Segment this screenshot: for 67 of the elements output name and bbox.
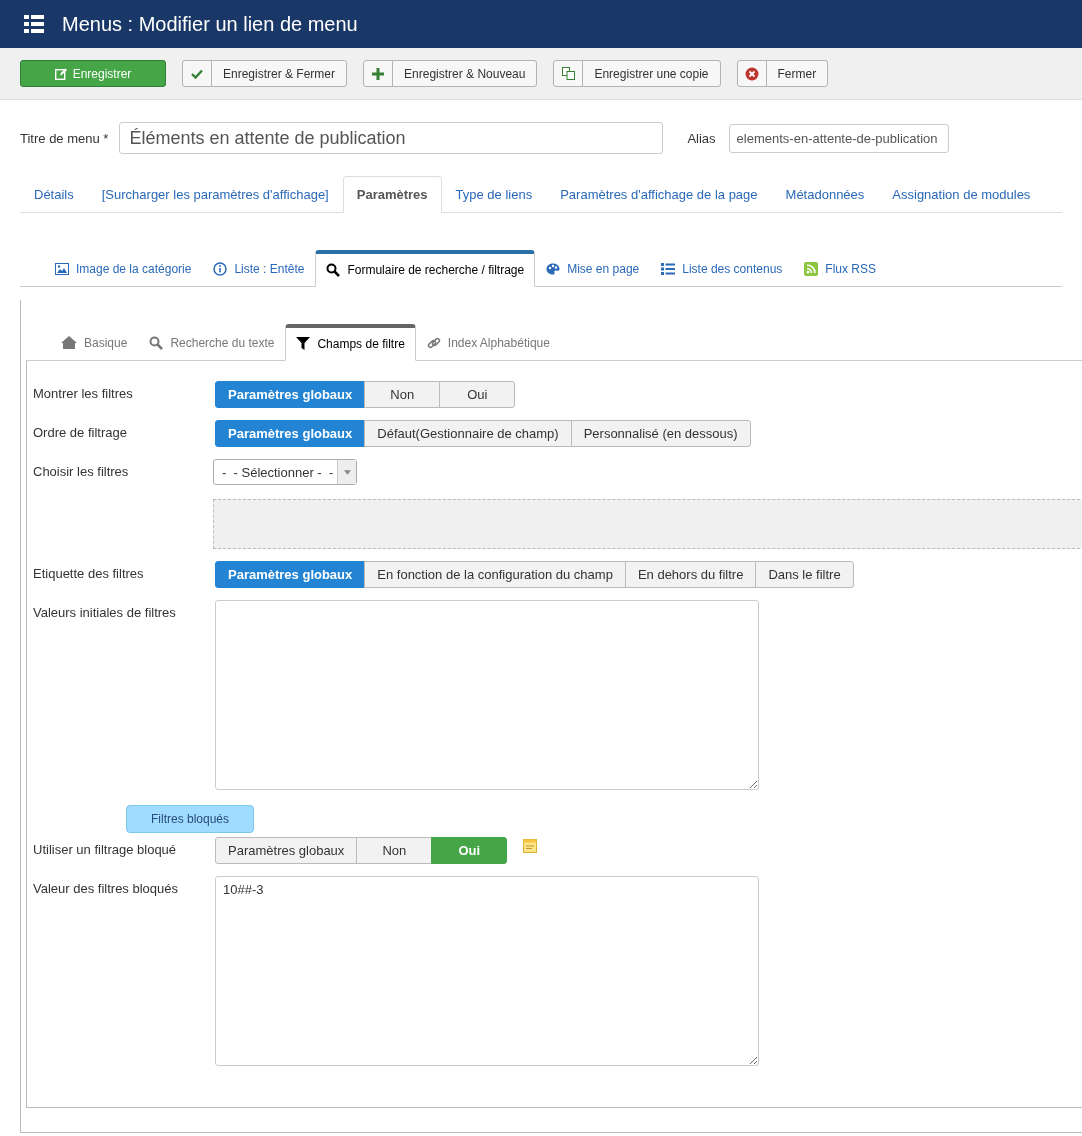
field-label: Titre de menu * <box>20 130 109 146</box>
tab[interactable]: Flux RSS <box>793 250 887 287</box>
tab[interactable]: Détails <box>20 176 88 213</box>
tab[interactable]: [Surcharger les paramètres d'affichage] <box>87 176 343 213</box>
tab[interactable]: Index Alphabétique <box>415 324 561 361</box>
tab[interactable]: Formulaire de recherche / filtrage <box>315 250 536 287</box>
tab[interactable]: Liste : Entête <box>202 250 316 287</box>
toolbar-button[interactable]: Enregistrer une copie <box>553 60 721 87</box>
copy-icon <box>561 67 575 80</box>
field-label: Montrer les filtres <box>33 385 134 403</box>
radio-option[interactable]: Oui <box>439 381 516 408</box>
field-label: Choisir les filtres <box>33 463 130 481</box>
tab[interactable]: Recherche du texte <box>138 324 286 361</box>
tab[interactable]: Liste des contenus <box>650 250 794 287</box>
tab[interactable]: Paramètres <box>342 176 442 213</box>
home-icon <box>61 336 77 349</box>
radio-option[interactable]: Paramètres globaux <box>215 561 366 588</box>
title-field[interactable]: Éléments en attente de publication <box>119 122 664 154</box>
check-icon <box>191 68 203 79</box>
tab[interactable]: Image de la catégorie <box>44 250 203 287</box>
field-label: Valeurs initiales de filtres <box>33 604 177 622</box>
field-label: Ordre de filtrage <box>33 424 128 442</box>
plus-icon <box>372 67 385 80</box>
field-label: Valeur des filtres bloqués <box>33 880 179 898</box>
field-label: Utiliser un filtrage bloqué <box>33 841 178 859</box>
radio-option[interactable]: En fonction de la configuration du champ <box>364 561 626 588</box>
info-icon <box>213 261 228 276</box>
list-icon <box>661 261 676 276</box>
radio-option[interactable]: Paramètres globaux <box>215 837 358 864</box>
field-label: Etiquette des filtres <box>33 565 145 583</box>
tab[interactable]: Basique <box>50 324 139 361</box>
close-icon <box>744 66 759 81</box>
radio-option[interactable]: Dans le filtre <box>755 561 854 588</box>
note-icon[interactable] <box>523 839 538 853</box>
radio-option[interactable]: Non <box>364 381 441 408</box>
radio-option[interactable]: Personnalisé (en dessous) <box>570 420 751 447</box>
tab[interactable]: Paramètres d'affichage de la page <box>546 176 772 213</box>
select-dropdown[interactable]: - - Sélectionner - - <box>213 459 357 485</box>
edit-icon <box>54 67 67 80</box>
menu-icon[interactable] <box>24 15 44 33</box>
field-label: Alias <box>687 130 716 146</box>
alias-field[interactable]: elements-en-attente-de-publication <box>728 123 949 153</box>
radio-option[interactable]: Défaut(Gestionnaire de champ) <box>364 420 572 447</box>
toolbar-button[interactable]: Enregistrer & Nouveau <box>363 60 538 87</box>
tab[interactable]: Mise en page <box>535 250 651 287</box>
text-area[interactable]: 10##-3 <box>215 876 759 1066</box>
selection-area[interactable] <box>213 499 1082 549</box>
radio-option[interactable]: Paramètres globaux <box>215 420 366 447</box>
tab[interactable]: Type de liens <box>441 176 547 213</box>
search-icon <box>149 335 164 350</box>
search-icon <box>326 263 341 277</box>
radio-option[interactable]: Paramètres globaux <box>215 381 366 408</box>
toolbar-button[interactable]: Enregistrer & Fermer <box>182 60 348 87</box>
section-heading: Filtres bloqués <box>126 805 254 833</box>
page-title: Menus : Modifier un lien de menu <box>62 12 358 36</box>
radio-option[interactable]: Non <box>356 837 433 864</box>
link-icon <box>426 335 441 350</box>
rss-icon <box>804 261 819 276</box>
caret-icon <box>343 469 351 475</box>
toolbar-button[interactable]: Fermer <box>736 60 829 87</box>
tab[interactable]: Assignation de modules <box>878 176 1045 213</box>
radio-option[interactable]: En dehors du filtre <box>624 561 757 588</box>
image-icon <box>55 262 69 275</box>
palette-icon <box>546 262 561 275</box>
tab[interactable]: Métadonnées <box>771 176 879 213</box>
tab[interactable]: Champs de filtre <box>285 324 416 361</box>
filter-icon <box>296 337 311 351</box>
